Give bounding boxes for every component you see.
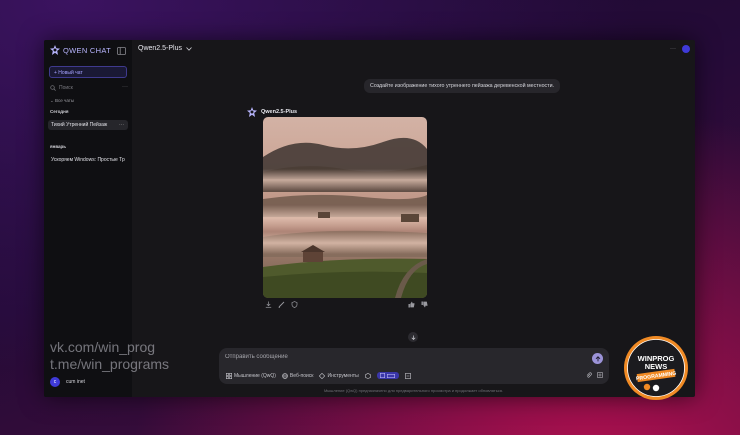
grid-icon (226, 372, 232, 379)
header-more-button[interactable]: ··· (670, 46, 676, 52)
cube-icon[interactable] (364, 372, 371, 379)
chat-item[interactable]: Тихий Утренний Пейзаж ··· (48, 120, 128, 130)
generated-image[interactable] (263, 117, 427, 298)
image-mode-toggle[interactable] (376, 372, 399, 379)
qwen-avatar-icon (247, 107, 257, 117)
chat-item-label: Ускоряем Windows: Простые Тр (51, 157, 125, 163)
user-name: cum inet (66, 379, 85, 385)
paperclip-icon[interactable] (586, 372, 592, 378)
message-input[interactable] (225, 354, 565, 360)
all-chats-label: Все чаты (55, 98, 75, 103)
badge-line2: NEWS (645, 362, 668, 371)
avatar: c (50, 377, 60, 387)
composer-tools: Мышление (QwQ) Веб-поиск Инструменты (226, 372, 411, 379)
model-selector[interactable]: Qwen2.5-Plus (138, 45, 192, 52)
image-upload-icon[interactable] (597, 372, 603, 378)
new-chat-button[interactable]: + Новый чат (49, 66, 127, 78)
composer-attachments (586, 372, 603, 378)
logo[interactable]: QWEN CHAT (50, 45, 111, 55)
thumbs-up-icon[interactable] (408, 301, 415, 308)
chevron-down-icon: ⌄ (50, 98, 54, 103)
section-title-january: январь (50, 144, 67, 149)
sidebar-toggle-icon[interactable] (117, 47, 126, 55)
chevron-down-icon (186, 46, 192, 51)
chat-main: Qwen2.5-Plus ··· Создайте изображение ти… (132, 40, 695, 397)
arrow-up-icon (595, 355, 600, 361)
search-icon (50, 85, 56, 91)
send-button[interactable] (592, 353, 603, 364)
user-profile[interactable]: c cum inet (50, 377, 85, 387)
shield-icon[interactable] (291, 301, 298, 308)
watermark-line: t.me/win_programs (50, 356, 170, 372)
arrow-down-icon (411, 335, 415, 340)
expand-icon[interactable] (404, 372, 411, 379)
thinking-label: Мышление (QwQ) (234, 372, 276, 379)
chat-item-label: Тихий Утренний Пейзаж (51, 122, 108, 128)
scroll-down-button[interactable] (408, 332, 418, 342)
model-name: Qwen2.5-Plus (138, 45, 182, 52)
assistant-name: Qwen2.5-Plus (261, 109, 298, 115)
chat-item[interactable]: Ускоряем Windows: Простые Тр (48, 155, 128, 165)
web-search-toggle[interactable]: Веб-поиск (282, 372, 314, 379)
watermark-line: vk.com/win_prog (50, 339, 156, 355)
app-name: QWEN CHAT (63, 45, 111, 55)
thumbs-down-icon[interactable] (421, 301, 428, 308)
search-row[interactable]: Поиск ··· (50, 84, 128, 92)
download-icon[interactable] (265, 301, 272, 308)
web-search-label: Веб-поиск (289, 372, 314, 379)
watermark: vk.com/win_prog t.me/win_programs (50, 339, 169, 373)
edit-icon[interactable] (278, 301, 285, 308)
assistant-header: Qwen2.5-Plus (247, 107, 297, 117)
sidebar-more-button[interactable]: ··· (122, 84, 128, 90)
tools-icon (319, 372, 326, 379)
aspect-ratio-icon (387, 373, 396, 378)
feedback-actions (408, 301, 428, 308)
message-actions (265, 301, 298, 308)
disclaimer-text: Мышление (QwQ) предназначено для предвар… (323, 388, 504, 393)
instruments-label: Инструменты (327, 372, 359, 379)
thinking-toggle[interactable]: Мышление (QwQ) (226, 373, 276, 379)
header-avatar[interactable] (682, 45, 690, 53)
instruments-menu[interactable]: Инструменты (319, 372, 359, 379)
user-message: Создайте изображение тихого утреннего пе… (364, 79, 561, 93)
header-actions: ··· (670, 45, 690, 53)
qwen-logo-icon (50, 45, 60, 55)
image-icon (380, 373, 386, 378)
globe-icon (282, 372, 288, 379)
section-title-today: Сегодня (50, 109, 69, 114)
all-chats-toggle[interactable]: ⌄ Все чаты (50, 98, 74, 104)
search-label: Поиск (59, 85, 73, 91)
winprog-badge: WINPROG NEWS PROGRAMMING (624, 336, 688, 400)
message-composer: Мышление (QwQ) Веб-поиск Инструменты (219, 348, 609, 384)
chat-item-more-button[interactable]: ··· (119, 120, 124, 130)
